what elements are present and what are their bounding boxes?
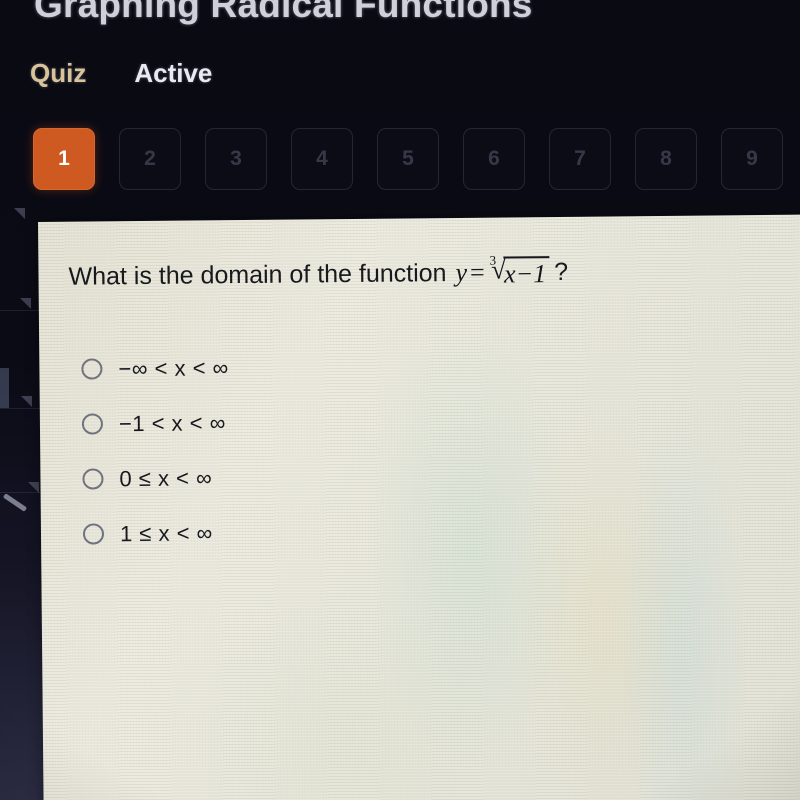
answer-choice-c[interactable]: 0 ≤ x < ∞ (82, 450, 230, 506)
radio-button-icon-a[interactable] (81, 358, 103, 380)
rail-corner-icon-4 (28, 482, 39, 493)
radicand: x−1 (502, 256, 550, 290)
question-tab-7[interactable]: 7 (549, 128, 611, 190)
answer-choice-d[interactable]: 1 ≤ x < ∞ (82, 505, 231, 561)
subnav-item-active[interactable]: Active (134, 58, 212, 89)
question-tab-6[interactable]: 6 (463, 128, 525, 190)
question-number-nav: 1 2 3 4 5 6 7 8 9 (33, 128, 783, 190)
question-mark: ? (554, 257, 569, 286)
question-prompt-row: What is the domain of the function y = 3… (68, 252, 569, 294)
answer-choice-label-b: −1 < x < ∞ (118, 409, 226, 436)
answer-choice-label-d: 1 ≤ x < ∞ (119, 519, 213, 546)
question-tab-4[interactable]: 4 (291, 128, 353, 190)
rail-page-icon (0, 368, 9, 408)
screen-photo: Graphing Radical Functions Quiz Active 1… (0, 0, 800, 800)
question-prompt-text: What is the domain of the function (68, 258, 447, 291)
rail-corner-icon-1 (14, 208, 25, 219)
question-tab-2[interactable]: 2 (119, 128, 181, 190)
question-tab-3[interactable]: 3 (205, 128, 267, 190)
rail-corner-icon-2 (20, 298, 31, 309)
question-content-panel: What is the domain of the function y = 3… (38, 214, 800, 800)
question-tab-8[interactable]: 8 (635, 128, 697, 190)
left-toolbar-rail (0, 200, 40, 620)
sub-navigation: Quiz Active (30, 58, 212, 89)
question-tab-1[interactable]: 1 (33, 128, 95, 190)
rail-corner-icon-3 (21, 396, 32, 407)
question-tab-9[interactable]: 9 (721, 128, 783, 190)
answer-choice-a[interactable]: −∞ < x < ∞ (81, 340, 229, 396)
answer-choice-label-c: 0 ≤ x < ∞ (119, 464, 213, 491)
radio-button-icon-d[interactable] (82, 523, 105, 545)
subnav-item-quiz[interactable]: Quiz (30, 58, 86, 89)
radio-button-icon-b[interactable] (81, 413, 104, 435)
rail-divider-1 (0, 310, 40, 311)
page-title: Graphing Radical Functions (34, 0, 533, 25)
cube-root-icon: 3 √ x−1 (489, 252, 550, 290)
question-tab-5[interactable]: 5 (377, 128, 439, 190)
radio-button-icon-c[interactable] (82, 468, 104, 490)
answer-choice-list: −∞ < x < ∞ −1 < x < ∞ 0 ≤ x < ∞ 1 ≤ x < … (81, 340, 230, 561)
question-body: What is the domain of the function y = 3… (38, 214, 800, 800)
answer-choice-label-a: −∞ < x < ∞ (118, 354, 229, 381)
equation-lhs: y (455, 257, 468, 287)
answer-choice-b[interactable]: −1 < x < ∞ (81, 395, 230, 451)
rail-pencil-icon (2, 493, 28, 512)
radical-index: 3 (489, 252, 497, 268)
rail-divider-2 (0, 408, 40, 409)
equation: y = 3 √ x−1 (455, 252, 550, 290)
equals-sign: = (469, 257, 485, 287)
